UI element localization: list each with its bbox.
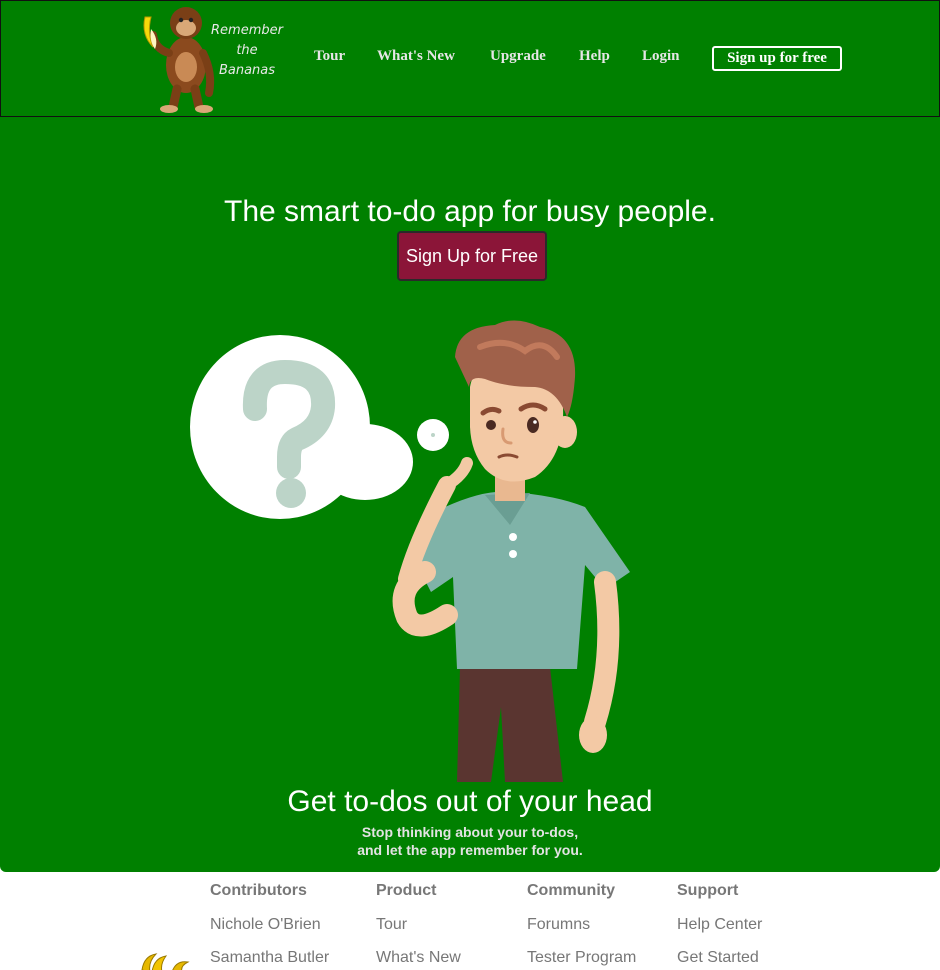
footer-link[interactable]: Nichole O'Brien xyxy=(210,915,329,948)
hero-section: The smart to-do app for busy people. Sig… xyxy=(0,117,940,872)
thinking-man-question-mark-icon xyxy=(190,320,630,782)
nav-upgrade[interactable]: Upgrade xyxy=(490,48,546,65)
footer-column-community: Community Forumns Tester Program xyxy=(527,882,636,970)
footer-link[interactable]: What's New xyxy=(376,948,461,970)
signup-cta-button[interactable]: Sign Up for Free xyxy=(397,231,547,281)
brand-line: the xyxy=(236,43,258,58)
footer-heading: Product xyxy=(376,882,437,899)
footer-link[interactable]: Forumns xyxy=(527,915,636,948)
hero-title: The smart to-do app for busy people. xyxy=(224,195,716,228)
nav-help[interactable]: Help xyxy=(579,48,610,65)
section-subtitle-line: and let the app remember for you. xyxy=(357,842,583,858)
footer-link[interactable]: Tour xyxy=(376,915,461,948)
footer-link[interactable]: Samantha Butler xyxy=(210,948,329,970)
footer-link[interactable]: Tester Program xyxy=(527,948,636,970)
bananas-icon xyxy=(141,953,190,970)
footer-heading: Community xyxy=(527,882,615,899)
footer-link[interactable]: Help Center xyxy=(677,915,762,948)
brand-wordmark[interactable]: Remember the Bananas xyxy=(209,21,285,81)
footer-link[interactable]: Get Started xyxy=(677,948,762,970)
nav-whats-new[interactable]: What's New xyxy=(377,48,455,65)
footer-heading: Contributors xyxy=(210,882,307,899)
brand-line: Bananas xyxy=(218,63,276,78)
section-subtitle-line: Stop thinking about your to-dos, xyxy=(361,824,579,840)
footer-column-product: Product Tour What's New xyxy=(376,882,461,970)
section-subtitle: Stop thinking about your to-dos, and let… xyxy=(0,823,940,859)
section-title: Get to-dos out of your head xyxy=(287,785,653,818)
brand-line: Remember xyxy=(211,23,283,38)
nav-login[interactable]: Login xyxy=(642,48,680,65)
site-header: Remember the Bananas Tour What's New Upg… xyxy=(0,0,940,117)
nav-tour[interactable]: Tour xyxy=(314,48,345,65)
site-footer: Contributors Nichole O'Brien Samantha Bu… xyxy=(0,872,940,970)
footer-column-contributors: Contributors Nichole O'Brien Samantha Bu… xyxy=(210,882,329,970)
nav-signup-button[interactable]: Sign up for free xyxy=(712,46,842,71)
footer-heading: Support xyxy=(677,882,739,899)
footer-column-support: Support Help Center Get Started xyxy=(677,882,762,970)
